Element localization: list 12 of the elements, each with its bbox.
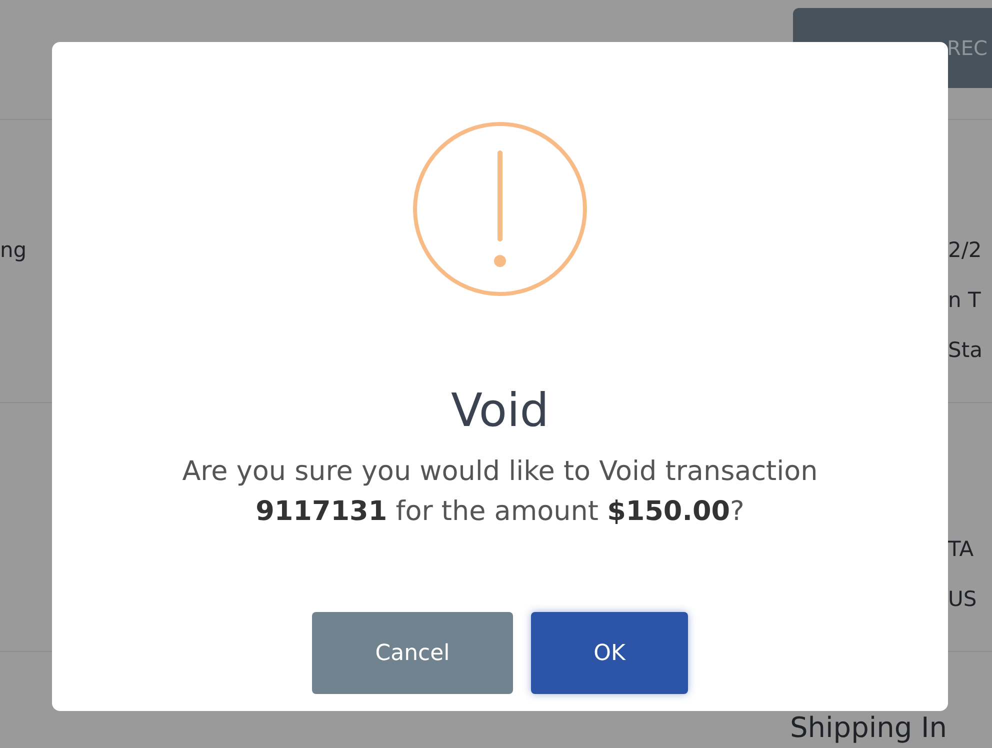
section-heading: Shipping In bbox=[790, 711, 948, 745]
ok-button[interactable]: OK bbox=[531, 612, 688, 694]
field-label: Sta bbox=[948, 337, 982, 364]
dialog-title: Void bbox=[450, 383, 550, 438]
warning-icon bbox=[412, 121, 588, 297]
field-label: ng bbox=[0, 237, 27, 264]
field-label: US bbox=[948, 586, 977, 613]
field-label: n T bbox=[948, 287, 981, 314]
cancel-button[interactable]: Cancel bbox=[312, 612, 513, 694]
dialog-message: Are you sure you would like to Void transaction 9117131 for the amount $150.00? bbox=[181, 455, 819, 530]
field-label: TA bbox=[948, 536, 974, 563]
field-label: 2/2 bbox=[948, 237, 982, 264]
